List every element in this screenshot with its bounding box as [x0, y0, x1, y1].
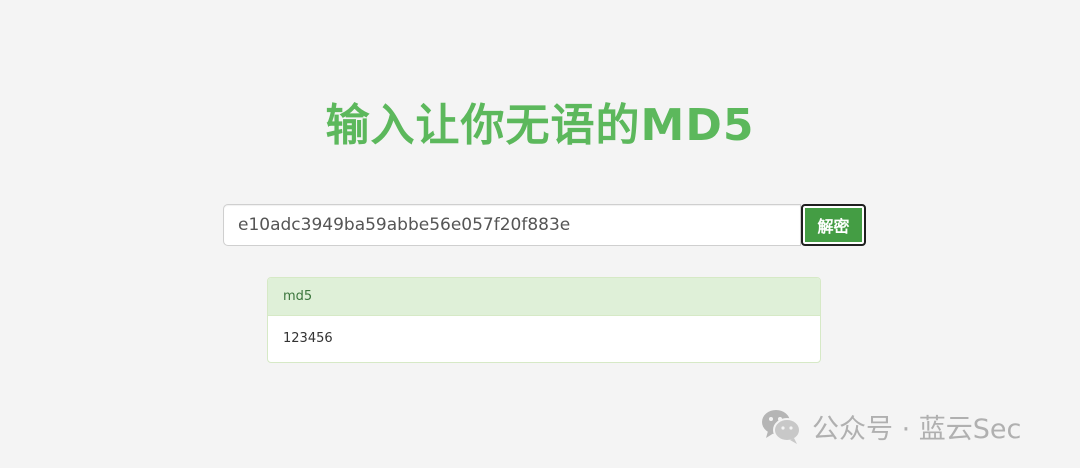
- result-heading: md5: [268, 278, 820, 316]
- watermark-text: 公众号 · 蓝云Sec: [812, 413, 1022, 445]
- result-panel: md5 123456: [267, 277, 821, 363]
- wechat-icon: [762, 410, 801, 444]
- decrypt-button[interactable]: 解密: [801, 204, 866, 246]
- search-form: 解密: [223, 204, 866, 246]
- hash-input[interactable]: [223, 204, 801, 246]
- page-title: 输入让你无语的MD5: [325, 100, 755, 151]
- result-value: 123456: [283, 331, 333, 346]
- watermark: 公众号 · 蓝云Sec: [760, 404, 1021, 448]
